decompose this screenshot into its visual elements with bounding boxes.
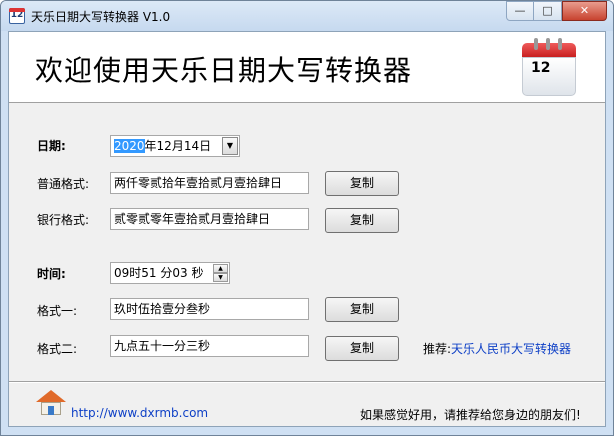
main-panel: 欢迎使用天乐日期大写转换器 12 日期: 2020年12月14日 ▼ 普通格式:… [8,31,606,427]
date-rest: 年12月14日 [144,139,212,153]
format1-label: 格式一: [37,304,78,318]
time-spinner[interactable]: ▲ ▼ [213,264,228,282]
copy-format1-button[interactable]: 复制 [325,297,399,322]
format1-field[interactable]: 玖时伍拾壹分叁秒 [110,298,309,320]
app-calendar-icon: 12 [9,8,25,24]
copy-normal-button[interactable]: 复制 [325,171,399,196]
recommend-link[interactable]: 天乐人民币大写转换器 [451,342,571,356]
recommend-label: 推荐: [423,342,452,356]
time-picker[interactable]: 09时51 分03 秒 ▲ ▼ [110,262,230,284]
normal-format-label: 普通格式: [37,177,90,191]
maximize-button[interactable]: □ [534,1,562,21]
title-bar[interactable]: 12 天乐日期大写转换器 V1.0 — □ ✕ [1,1,613,31]
app-window: 12 天乐日期大写转换器 V1.0 — □ ✕ 欢迎使用天乐日期大写转换器 12… [0,0,614,436]
copy-format2-button[interactable]: 复制 [325,336,399,361]
date-picker[interactable]: 2020年12月14日 ▼ [110,135,240,157]
format2-field[interactable]: 九点五十一分三秒 [110,335,309,357]
home-icon[interactable] [36,390,66,416]
close-button[interactable]: ✕ [562,1,607,21]
chevron-down-icon[interactable]: ▼ [222,137,238,155]
date-year-field[interactable]: 2020 [114,139,145,153]
bank-format-label: 银行格式: [37,213,90,227]
copy-bank-button[interactable]: 复制 [325,208,399,233]
website-link[interactable]: http://www.dxrmb.com [71,406,208,420]
date-label: 日期: [37,139,66,153]
time-label: 时间: [37,267,66,281]
calendar-icon: 12 [522,38,576,96]
minimize-button[interactable]: — [506,1,534,21]
format2-label: 格式二: [37,342,78,356]
welcome-banner: 欢迎使用天乐日期大写转换器 [35,54,413,87]
recommend-row: 推荐:天乐人民币大写转换器 [423,340,571,357]
bank-format-field[interactable]: 贰零贰零年壹拾贰月壹拾肆日 [110,208,309,230]
normal-format-field[interactable]: 两仟零贰拾年壹拾贰月壹拾肆日 [110,172,309,194]
header-banner: 欢迎使用天乐日期大写转换器 12 [9,32,605,103]
footer-tagline: 如果感觉好用，请推荐给您身边的朋友们! [360,408,581,422]
time-value: 09时51 分03 秒 [114,266,204,280]
window-title: 天乐日期大写转换器 V1.0 [31,10,171,24]
spin-up-icon[interactable]: ▲ [213,264,228,273]
spin-down-icon[interactable]: ▼ [213,273,228,282]
footer-divider [9,381,605,383]
calendar-icon-number: 12 [531,60,551,76]
